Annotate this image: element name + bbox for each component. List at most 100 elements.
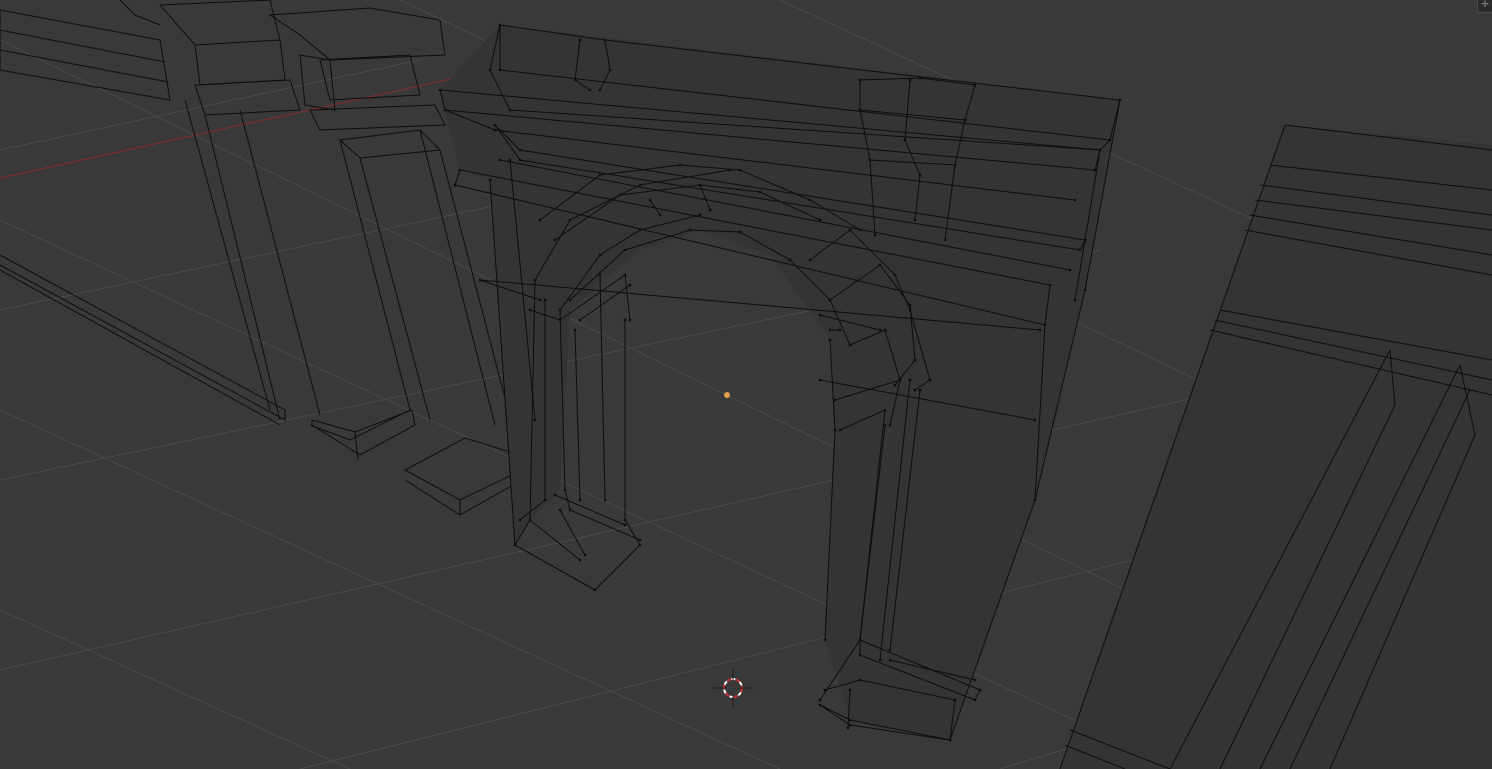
mesh-vertex[interactable] xyxy=(918,76,922,80)
mesh-vertex[interactable] xyxy=(823,688,827,692)
mesh-vertex[interactable] xyxy=(908,308,912,312)
mesh-vertex[interactable] xyxy=(578,318,582,322)
mesh-vertex[interactable] xyxy=(628,318,632,322)
mesh-vertex[interactable] xyxy=(533,418,537,422)
mesh-vertex[interactable] xyxy=(443,108,447,112)
mesh-vertex[interactable] xyxy=(818,378,822,382)
mesh-vertex[interactable] xyxy=(603,38,607,42)
mesh-vertex[interactable] xyxy=(453,183,457,187)
mesh-vertex[interactable] xyxy=(848,723,852,727)
mesh-vertex[interactable] xyxy=(828,298,832,302)
mesh-vertex[interactable] xyxy=(943,238,947,242)
mesh-vertex[interactable] xyxy=(1043,323,1047,327)
mesh-vertex[interactable] xyxy=(598,88,602,92)
mesh-vertex[interactable] xyxy=(1108,138,1112,142)
mesh-vertex[interactable] xyxy=(833,398,837,402)
mesh-vertex[interactable] xyxy=(823,638,827,642)
mesh-vertex[interactable] xyxy=(883,408,887,412)
mesh-vertex[interactable] xyxy=(918,173,922,177)
mesh-vertex[interactable] xyxy=(1118,98,1122,102)
mesh-vertex[interactable] xyxy=(818,218,822,222)
mesh-vertex[interactable] xyxy=(598,173,602,177)
mesh-vertex[interactable] xyxy=(738,230,742,234)
mesh-vertex[interactable] xyxy=(1073,298,1077,302)
mesh-vertex[interactable] xyxy=(808,258,812,262)
mesh-vertex[interactable] xyxy=(698,213,702,217)
mesh-vertex[interactable] xyxy=(583,553,587,557)
mesh-vertex[interactable] xyxy=(898,378,902,382)
mesh-vertex[interactable] xyxy=(808,198,812,202)
mesh-vertex[interactable] xyxy=(588,88,592,92)
mesh-vertex[interactable] xyxy=(698,183,702,187)
mesh-vertex[interactable] xyxy=(573,78,577,82)
mesh-vertex[interactable] xyxy=(603,498,607,502)
mesh-vertex[interactable] xyxy=(973,83,977,87)
mesh-vertex[interactable] xyxy=(578,558,582,562)
mesh-vertex[interactable] xyxy=(498,68,502,72)
mesh-vertex[interactable] xyxy=(928,378,932,382)
mesh-vertex[interactable] xyxy=(508,158,512,162)
mesh-vertex[interactable] xyxy=(528,518,532,522)
mesh-vertex[interactable] xyxy=(623,248,627,252)
mesh-vertex[interactable] xyxy=(818,703,822,707)
mesh-vertex[interactable] xyxy=(638,543,642,547)
mesh-vertex[interactable] xyxy=(893,273,897,277)
mesh-vertex[interactable] xyxy=(538,218,542,222)
mesh-vertex[interactable] xyxy=(913,218,917,222)
mesh-vertex[interactable] xyxy=(848,718,852,722)
mesh-vertex[interactable] xyxy=(538,298,542,302)
mesh-vertex[interactable] xyxy=(498,158,502,162)
mesh-vertex[interactable] xyxy=(528,308,532,312)
mesh-vertex[interactable] xyxy=(553,238,557,242)
mesh-vertex[interactable] xyxy=(913,358,917,362)
viewport-scene[interactable] xyxy=(0,0,1492,769)
mesh-vertex[interactable] xyxy=(858,78,862,82)
mesh-vertex[interactable] xyxy=(648,198,652,202)
mesh-vertex[interactable] xyxy=(518,148,522,152)
mesh-vertex[interactable] xyxy=(623,318,627,322)
mesh-vertex[interactable] xyxy=(1073,198,1077,202)
mesh-vertex[interactable] xyxy=(678,163,682,167)
mesh-vertex[interactable] xyxy=(878,658,882,662)
mesh-vertex[interactable] xyxy=(908,378,912,382)
mesh-vertex[interactable] xyxy=(883,328,887,332)
mesh-vertex[interactable] xyxy=(973,698,977,702)
mesh-vertex[interactable] xyxy=(498,23,502,27)
mesh-vertex[interactable] xyxy=(1093,168,1097,172)
mesh-vertex[interactable] xyxy=(493,128,497,132)
mesh-vertex[interactable] xyxy=(848,688,852,692)
mesh-vertex[interactable] xyxy=(888,648,892,652)
mesh-vertex[interactable] xyxy=(833,428,837,432)
mesh-vertex[interactable] xyxy=(438,88,442,92)
mesh-vertex[interactable] xyxy=(948,738,952,742)
mesh-vertex[interactable] xyxy=(873,233,877,237)
mesh-vertex[interactable] xyxy=(638,228,642,232)
mesh-vertex[interactable] xyxy=(963,118,967,122)
mesh-vertex[interactable] xyxy=(846,726,850,730)
mesh-vertex[interactable] xyxy=(818,313,822,317)
mesh-vertex[interactable] xyxy=(848,228,852,232)
mesh-vertex[interactable] xyxy=(598,253,602,257)
mesh-vertex[interactable] xyxy=(518,518,522,522)
mesh-vertex[interactable] xyxy=(578,498,582,502)
mesh-vertex[interactable] xyxy=(618,193,622,197)
mesh-vertex[interactable] xyxy=(558,318,562,322)
mesh-vertex[interactable] xyxy=(893,383,897,387)
mesh-vertex[interactable] xyxy=(903,138,907,142)
3d-viewport[interactable]: ✛ xyxy=(0,0,1492,769)
area-split-icon[interactable]: ✛ xyxy=(1477,0,1492,13)
mesh-vertex[interactable] xyxy=(568,298,572,302)
mesh-vertex[interactable] xyxy=(1033,498,1037,502)
mesh-vertex[interactable] xyxy=(553,493,557,497)
mesh-vertex[interactable] xyxy=(513,543,517,547)
mesh-vertex[interactable] xyxy=(488,178,492,182)
mesh-vertex[interactable] xyxy=(908,78,912,82)
mesh-vertex[interactable] xyxy=(1098,148,1102,152)
mesh-vertex[interactable] xyxy=(458,168,462,172)
mesh-vertex[interactable] xyxy=(788,258,792,262)
mesh-vertex[interactable] xyxy=(638,183,642,187)
mesh-vertex[interactable] xyxy=(508,108,512,112)
mesh-vertex[interactable] xyxy=(1078,248,1082,252)
mesh-vertex[interactable] xyxy=(488,68,492,72)
mesh-vertex[interactable] xyxy=(518,158,522,162)
